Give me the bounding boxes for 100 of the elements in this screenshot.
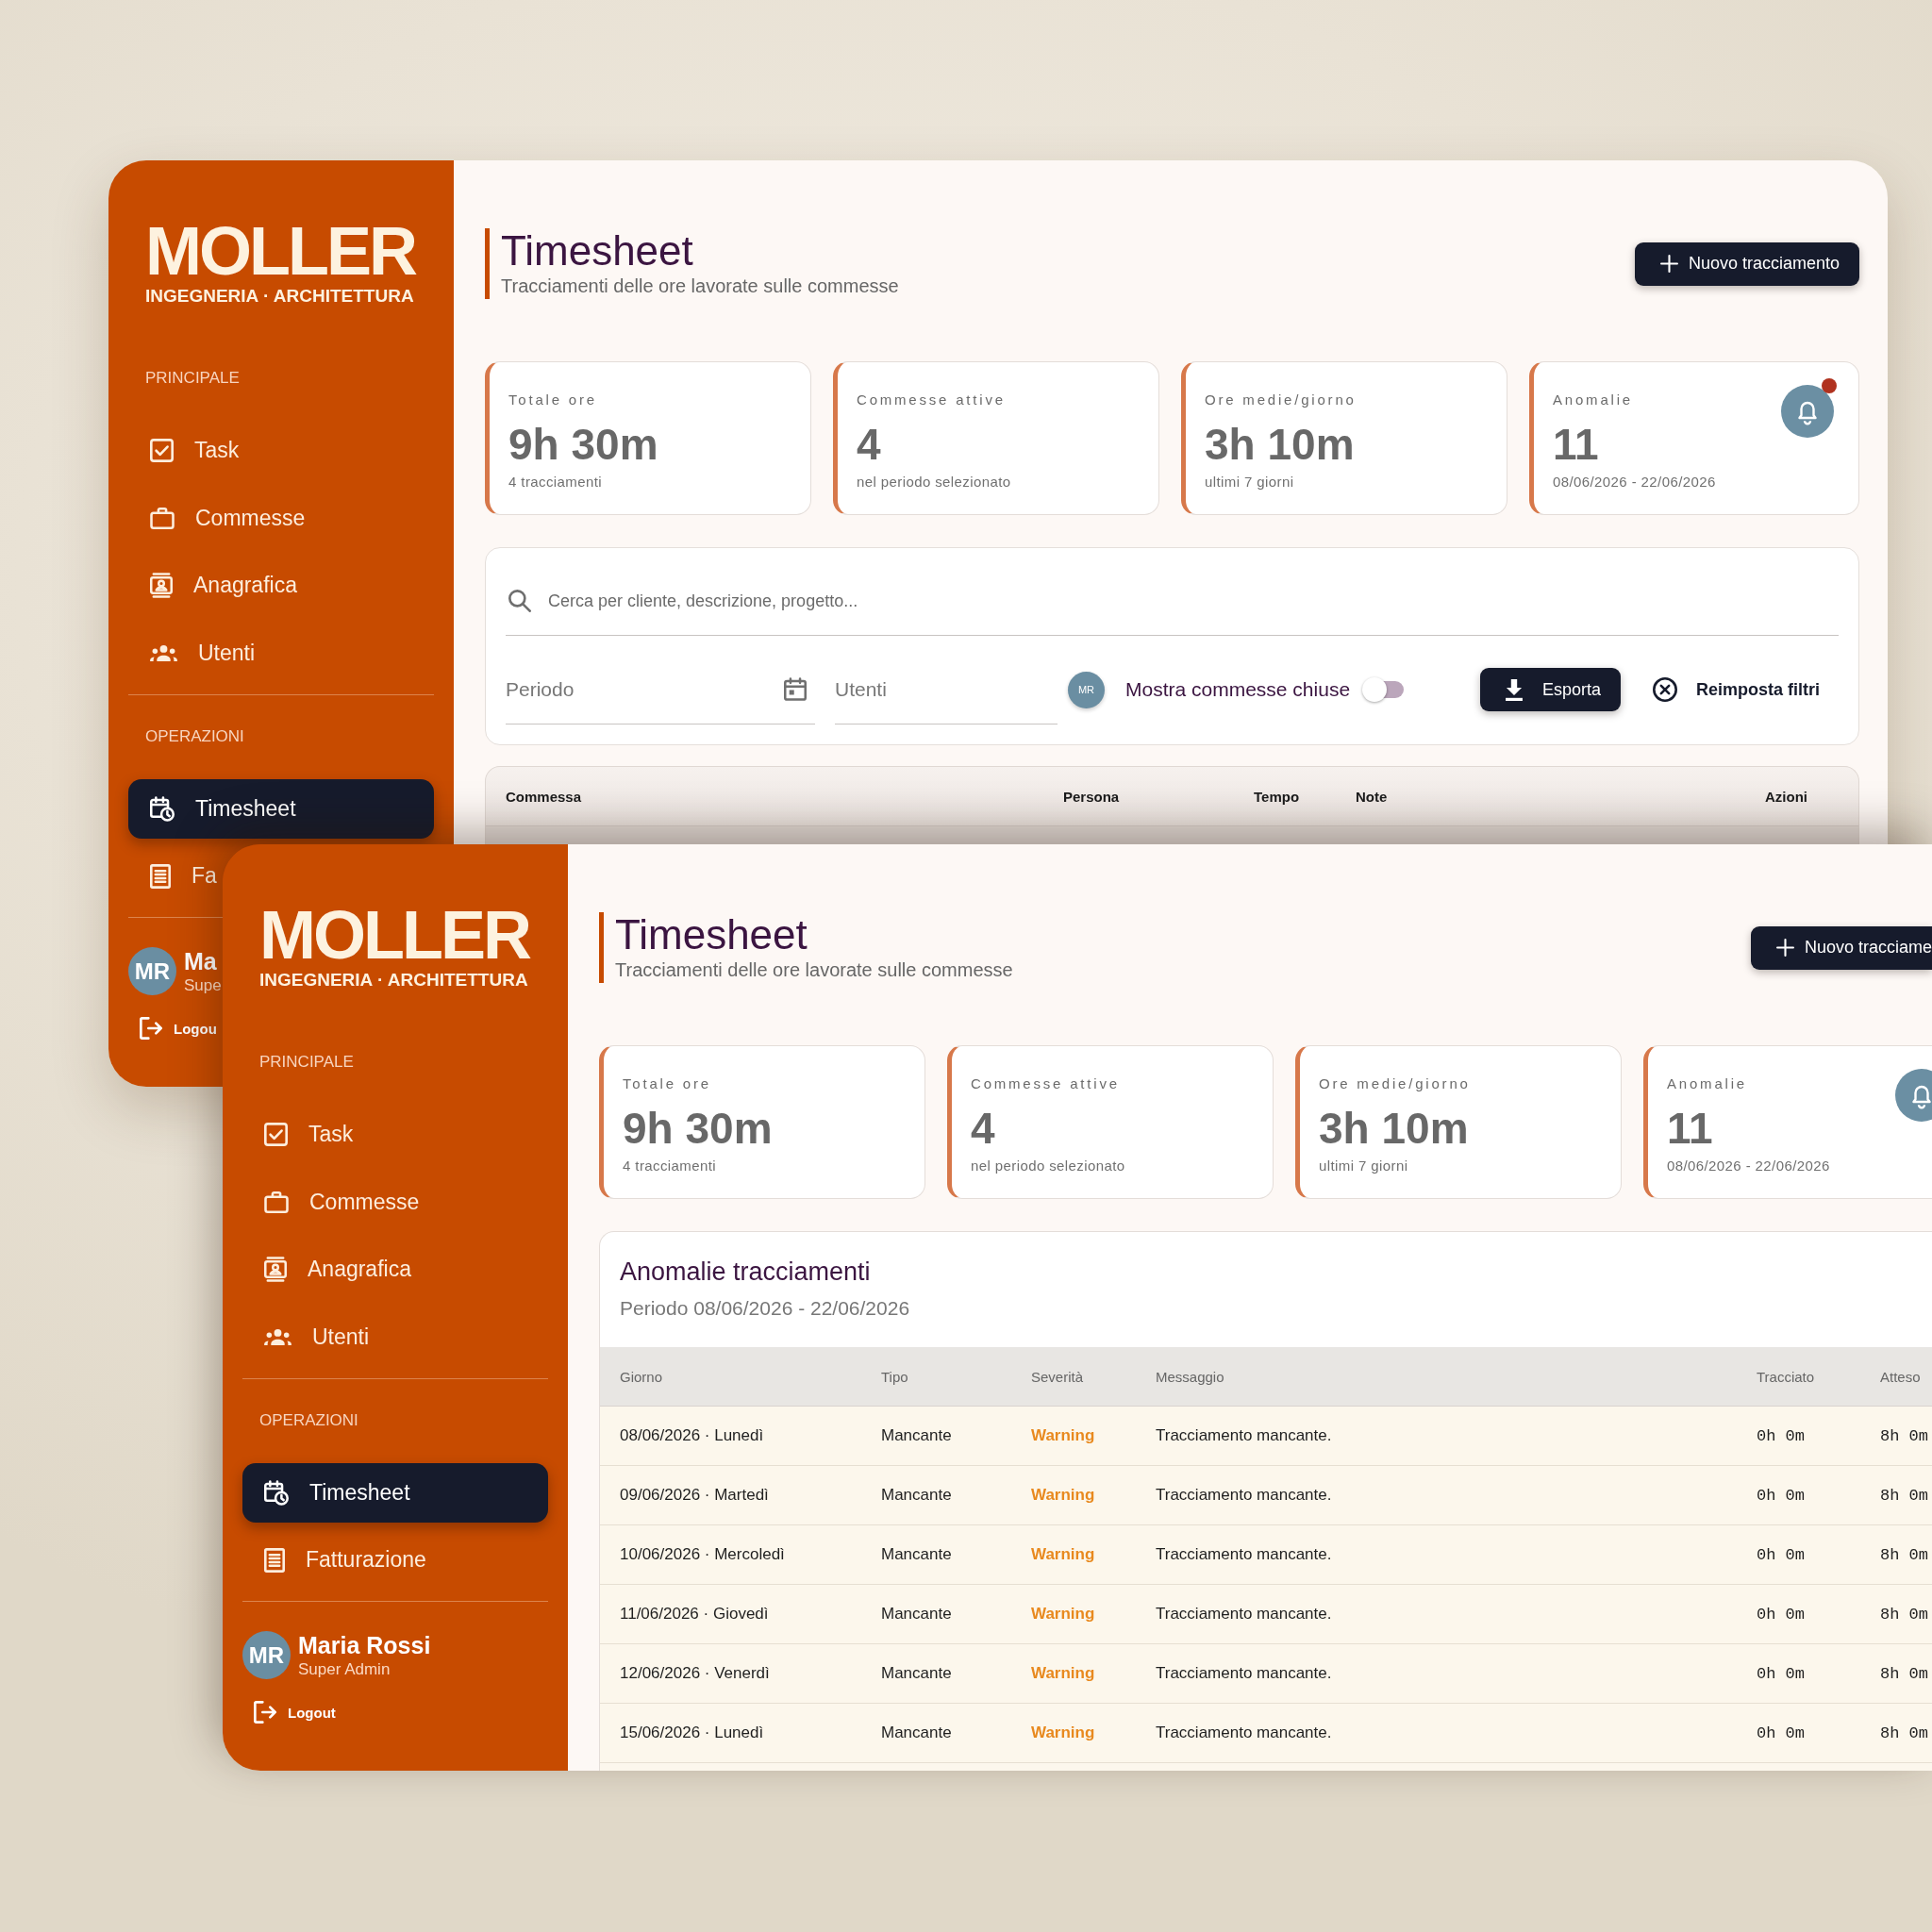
nav-item[interactable]: Utenti [242,1307,370,1367]
stat-value: 11 [1553,419,1599,471]
nav-item[interactable]: Commesse [128,488,306,548]
user-name: Ma [184,947,217,975]
page-subtitle: Tracciamenti delle ore lavorate sulle commesse [501,275,899,298]
nav-item[interactable]: Task [242,1105,354,1164]
reset-filters-button[interactable]: Reimposta filtri [1652,668,1820,711]
table-cell: Tracciamento mancante. [1156,1486,1332,1505]
logo-tagline: INGEGNERIA · ARCHITETTURA [259,970,528,991]
plus-icon [1659,255,1678,273]
column-header: Note [1356,788,1388,805]
section-label: PRINCIPALE [145,369,240,388]
search-icon [508,590,531,612]
table-cell: 0h 0m [1757,1605,1805,1624]
stat-value: 3h 10m [1205,419,1355,471]
checkbox-icon [264,1123,288,1146]
users-field[interactable]: Utenti [835,655,1058,724]
section-label: OPERAZIONI [259,1410,358,1430]
user-role: Super Admin [298,1659,391,1680]
table-cell: Mancante [881,1486,952,1505]
stat-label: Totale ore [623,1074,711,1093]
table-cell: Tracciamento mancante. [1156,1605,1332,1624]
people-icon [264,1328,291,1345]
stat-label: Totale ore [508,391,597,409]
section-label: OPERAZIONI [145,726,244,746]
bell-icon[interactable] [1895,1069,1932,1122]
logout-icon [140,1017,162,1040]
stat-value: 11 [1667,1103,1713,1155]
stat-label: Anomalie [1667,1074,1747,1093]
nav-item[interactable]: Commesse [242,1172,420,1232]
stat-value: 3h 10m [1319,1103,1469,1155]
new-entry-button[interactable]: Nuovo tracciame [1750,925,1932,970]
logout-button[interactable]: Logou [140,1014,217,1042]
nav-item[interactable]: Timesheet [242,1462,548,1523]
calendar-clock-icon [264,1479,289,1506]
bell-icon[interactable] [1781,385,1834,438]
nav-item[interactable]: Fatturazione [242,1530,426,1590]
column-header: Severità [1031,1368,1084,1385]
table-cell: 12/06/2026 · Venerdì [620,1664,770,1683]
stat-value: 9h 30m [508,419,658,471]
nav-item[interactable]: Anagrafica [128,556,297,615]
table-cell: Mancante [881,1545,952,1564]
logout-button[interactable]: Logout [254,1698,336,1726]
nav-item[interactable]: Timesheet [128,778,434,839]
table-cell: Warning [1031,1426,1095,1445]
table-cell: 15/06/2026 · Lunedì [620,1724,764,1742]
nav-item[interactable]: Utenti [128,623,256,683]
logout-icon [254,1701,276,1724]
page-title: Timesheet [615,912,808,958]
user-name: Maria Rossi [298,1631,431,1659]
table-cell: Mancante [881,1605,952,1624]
new-entry-button[interactable]: Nuovo tracciamento [1634,242,1859,286]
table-cell: 09/06/2026 · Martedì [620,1486,769,1505]
table-cell: Warning [1031,1486,1095,1505]
stat-note: nel periodo selezionato [971,1157,1125,1175]
table-cell: Mancante [881,1426,952,1445]
contact-card-icon [150,573,173,598]
table-cell: 8h 0m [1880,1664,1928,1683]
document-icon [150,863,171,889]
table-cell: 8h 0m [1880,1545,1928,1564]
table-cell: 11/06/2026 · Giovedì [620,1605,769,1624]
stat-note: nel periodo selezionato [857,473,1011,491]
stat-label: Ore medie/giorno [1205,391,1357,409]
table-cell: 8h 0m [1880,1426,1928,1445]
toggle-switch[interactable] [1362,677,1405,702]
page-subtitle: Tracciamenti delle ore lavorate sulle commesse [615,958,1013,982]
table-cell: 08/06/2026 · Lunedì [620,1426,764,1445]
nav-item[interactable]: Task [128,421,240,480]
table-cell: 10/06/2026 · Mercoledì [620,1545,785,1564]
logo-wordmark: MOLLER [145,222,415,280]
document-icon [264,1547,285,1573]
column-header: Tipo [881,1368,908,1385]
card-subtitle: Periodo 08/06/2026 - 22/06/2026 [620,1296,910,1321]
table-cell: Warning [1031,1605,1095,1624]
checkbox-icon [150,439,174,462]
table-cell: Tracciamento mancante. [1156,1664,1332,1683]
stat-note: 4 tracciamenti [508,473,602,491]
column-header: Azioni [1765,788,1807,805]
table-cell: Tracciamento mancante. [1156,1545,1332,1564]
table-cell: Warning [1031,1545,1095,1564]
plus-icon [1775,939,1794,957]
table-cell: 0h 0m [1757,1545,1805,1564]
download-icon [1505,678,1523,701]
table-cell: Mancante [881,1724,952,1742]
table-cell: 0h 0m [1757,1486,1805,1505]
column-header: Tracciato [1757,1368,1815,1385]
table-cell: 0h 0m [1757,1664,1805,1683]
stat-label: Anomalie [1553,391,1633,409]
nav-item[interactable]: Anagrafica [242,1240,411,1299]
table-cell: Mancante [881,1664,952,1683]
table-cell: Tracciamento mancante. [1156,1426,1332,1445]
stat-value: 9h 30m [623,1103,773,1155]
nav-item[interactable]: Fa [128,846,217,906]
stat-label: Commesse attive [857,391,1006,409]
stat-note: 4 tracciamenti [623,1157,716,1175]
table-cell: 8h 0m [1880,1724,1928,1742]
export-button[interactable]: Esporta [1479,668,1621,711]
stat-label: Ore medie/giorno [1319,1074,1471,1093]
avatar: MR [128,947,176,995]
table-cell: 8h 0m [1880,1486,1928,1505]
